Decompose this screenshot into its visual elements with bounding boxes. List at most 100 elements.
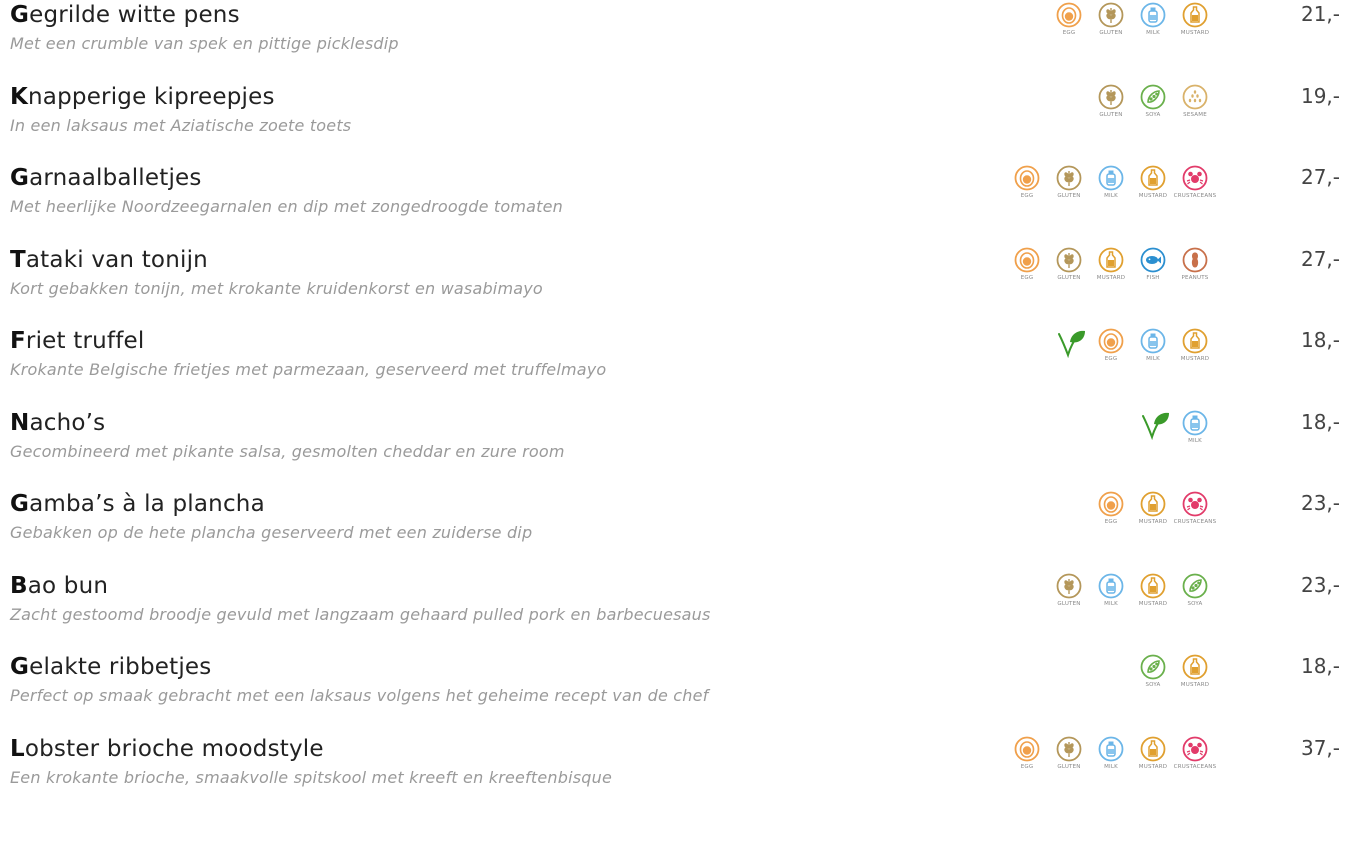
- dish-name-initial: T: [10, 246, 26, 273]
- mustard-label: MUSTARD: [1180, 682, 1210, 688]
- gluten-icon: GLUTEN: [1047, 165, 1091, 211]
- mustard-icon: MUSTARD: [1131, 736, 1175, 782]
- egg-label: EGG: [1020, 193, 1034, 199]
- milk-icon: MILK: [1131, 328, 1175, 374]
- dish-name-initial: K: [10, 83, 29, 110]
- mustard-icon: MUSTARD: [1131, 573, 1175, 619]
- milk-label: MILK: [1146, 30, 1160, 36]
- menu-item: Gamba’s à la plancha Gebakken op de hete …: [10, 491, 1340, 571]
- mustard-label: MUSTARD: [1096, 274, 1126, 281]
- menu-item: Lobster brioche moodstyle Een krokante br…: [10, 736, 1340, 816]
- allergen-icons: EGG MILK MUSTARD: [985, 328, 1215, 374]
- dish-name-rest: elakte ribbetjes: [29, 654, 212, 680]
- egg-label: EGG: [1104, 356, 1118, 362]
- mustard-label: MUSTARD: [1180, 30, 1210, 36]
- dish-name-initial: B: [10, 572, 28, 599]
- sesame-icon: SESAME: [1173, 84, 1217, 130]
- peanuts-icon: PEANUTS: [1173, 247, 1217, 293]
- allergen-icons: EGG GLUTEN MILK MUSTARD: [985, 2, 1215, 48]
- dish-description: Krokante Belgische frietjes met parmezaa…: [10, 360, 607, 379]
- soya-label: SOYA: [1187, 600, 1203, 607]
- dish-name-rest: arnaalballetjes: [29, 165, 202, 191]
- crustaceans-icon: CRUSTACEANS: [1173, 165, 1217, 211]
- crustaceans-label: CRUSTACEANS: [1173, 519, 1217, 525]
- dish-name-rest: egrilde witte pens: [29, 2, 240, 28]
- mustard-label: MUSTARD: [1138, 193, 1168, 199]
- gluten-label: GLUTEN: [1057, 763, 1081, 770]
- crustaceans-icon: CRUSTACEANS: [1173, 491, 1217, 537]
- allergen-icons: SOYA MUSTARD: [985, 654, 1215, 700]
- milk-icon: MILK: [1173, 410, 1217, 456]
- menu-item: Gegrilde witte pens Met een crumble van s…: [10, 2, 1340, 82]
- dish-name: Tataki van tonijn: [10, 247, 208, 273]
- soya-icon: SOYA: [1173, 573, 1217, 619]
- mustard-label: MUSTARD: [1138, 763, 1168, 770]
- allergen-icons: EGG GLUTEN MILK MUSTARD CRUSTACEANS: [985, 165, 1217, 211]
- allergen-icons: EGG MUSTARD CRUSTACEANS: [985, 491, 1217, 537]
- dish-description: In een laksaus met Aziatische zoete toet…: [10, 115, 352, 135]
- dish-name: Knapperige kipreepjes: [10, 84, 275, 110]
- dish-name-initial: G: [10, 491, 30, 517]
- dish-price: 27,-: [1300, 246, 1340, 271]
- soya-icon: SOYA: [1131, 654, 1175, 700]
- dish-price: 18,-: [1300, 328, 1340, 352]
- gluten-icon: GLUTEN: [1047, 573, 1091, 619]
- egg-icon: EGG: [1005, 736, 1049, 782]
- dish-name-rest: riet truffel: [25, 328, 145, 354]
- dish-name: Gegrilde witte pens: [10, 2, 240, 28]
- allergen-icons: EGG GLUTEN MUSTARD FISH PEANUTS: [985, 247, 1215, 293]
- dish-name-rest: amba’s à la plancha: [29, 491, 265, 517]
- milk-label: MILK: [1146, 356, 1160, 362]
- milk-icon: MILK: [1089, 573, 1133, 619]
- egg-label: EGG: [1104, 519, 1118, 525]
- gluten-label: GLUTEN: [1057, 193, 1081, 199]
- vegetarian-leaf-icon: [1141, 410, 1171, 440]
- menu-item: Garnaalballetjes Met heerlijke Noordzeega…: [10, 165, 1340, 245]
- dish-name: Gamba’s à la plancha: [10, 491, 265, 517]
- dish-name-rest: obster brioche moodstyle: [24, 735, 324, 762]
- mustard-icon: MUSTARD: [1173, 328, 1217, 374]
- dish-description: Een krokante brioche, smaakvolle spitsko…: [10, 767, 613, 787]
- dish-name-initial: G: [10, 165, 30, 191]
- dish-name-initial: N: [10, 409, 30, 436]
- dish-price: 18,-: [1300, 409, 1340, 434]
- menu-item: Nacho’s Gecombineerd met pikante salsa, g…: [10, 410, 1340, 490]
- gluten-icon: GLUTEN: [1089, 84, 1133, 130]
- allergen-icons: GLUTEN SOYA SESAME: [985, 84, 1215, 130]
- milk-icon: MILK: [1131, 2, 1175, 48]
- dish-name-rest: napperige kipreepjes: [28, 83, 275, 110]
- fish-icon: FISH: [1131, 247, 1175, 293]
- soya-label: SOYA: [1145, 682, 1161, 688]
- dish-description: Kort gebakken tonijn, met krokante kruid…: [10, 278, 543, 298]
- allergen-icons: GLUTEN MILK MUSTARD SOYA: [985, 573, 1215, 619]
- menu-item: Bao bun Zacht gestoomd broodje gevuld met…: [10, 573, 1340, 653]
- menu-item: Friet truffel Krokante Belgische frietjes…: [10, 328, 1340, 408]
- gluten-icon: GLUTEN: [1047, 736, 1091, 782]
- crustaceans-label: CRUSTACEANS: [1173, 763, 1217, 770]
- menu-item: Gelakte ribbetjes Perfect op smaak gebrac…: [10, 654, 1340, 734]
- allergen-icons: MILK: [985, 410, 1215, 456]
- dish-description: Gecombineerd met pikante salsa, gesmolte…: [10, 441, 565, 461]
- egg-icon: EGG: [1047, 2, 1091, 48]
- dish-description: Met een crumble van spek en pittige pick…: [10, 34, 399, 53]
- fish-label: FISH: [1146, 274, 1160, 281]
- dish-price: 19,-: [1300, 83, 1340, 108]
- egg-icon: EGG: [1089, 491, 1133, 537]
- milk-label: MILK: [1188, 437, 1202, 444]
- milk-label: MILK: [1104, 600, 1118, 607]
- gluten-label: GLUTEN: [1057, 274, 1081, 281]
- mustard-icon: MUSTARD: [1089, 247, 1133, 293]
- egg-icon: EGG: [1005, 165, 1049, 211]
- dish-description: Met heerlijke Noordzeegarnalen en dip me…: [10, 197, 564, 216]
- egg-icon: EGG: [1089, 328, 1133, 374]
- mustard-icon: MUSTARD: [1173, 2, 1217, 48]
- gluten-label: GLUTEN: [1057, 600, 1081, 607]
- milk-label: MILK: [1104, 193, 1118, 199]
- gluten-label: GLUTEN: [1099, 111, 1123, 118]
- dish-price: 21,-: [1300, 2, 1340, 26]
- dish-price: 23,-: [1300, 572, 1340, 597]
- mustard-icon: MUSTARD: [1131, 165, 1175, 211]
- mustard-icon: MUSTARD: [1131, 491, 1175, 537]
- egg-label: EGG: [1020, 763, 1034, 770]
- allergen-icons: EGG GLUTEN MILK MUSTARD CRUSTACEANS: [985, 736, 1217, 782]
